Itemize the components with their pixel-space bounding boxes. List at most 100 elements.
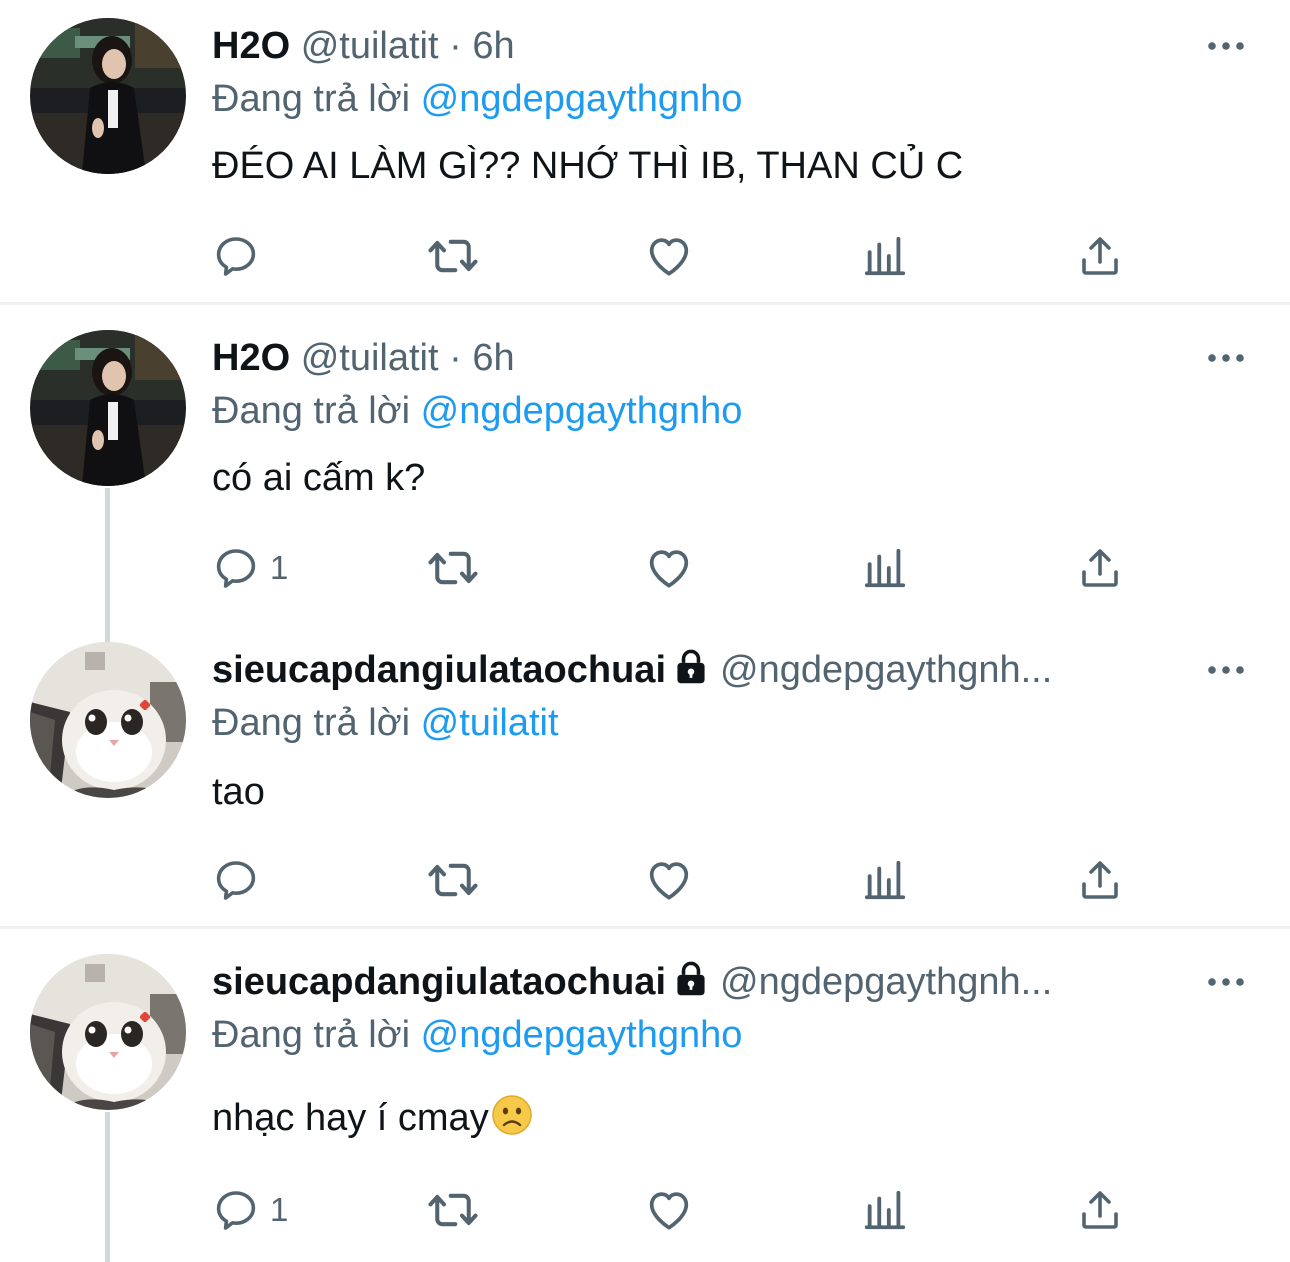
- tweet-divider: [0, 926, 1290, 929]
- avatar[interactable]: [30, 642, 186, 798]
- tweet-text-content: nhạc hay í cmay: [212, 1097, 489, 1139]
- user-handle[interactable]: @ngdepgaythgnh...: [720, 649, 1052, 691]
- action-bar: [212, 850, 1132, 910]
- tweet[interactable]: sieucapdangiulataochuai @ngdepgaythgnh...…: [0, 624, 1290, 928]
- tweet-text: ĐÉO AI LÀM GÌ?? NHỚ THÌ IB, THAN CỦ C: [212, 145, 964, 187]
- views-icon: [862, 857, 908, 903]
- views-button[interactable]: [862, 1180, 908, 1240]
- timestamp[interactable]: 6h: [472, 25, 514, 67]
- lock-icon: [674, 960, 708, 998]
- tweet-text: tao: [212, 771, 265, 813]
- separator-dot: ·: [449, 337, 462, 379]
- share-button[interactable]: [1076, 226, 1124, 286]
- retweet-button[interactable]: [426, 850, 480, 910]
- replying-to: Đang trả lời @ngdepgaythgnho: [212, 74, 742, 124]
- tweet-text: có ai cấm k?: [212, 457, 426, 499]
- reply-button[interactable]: [212, 850, 260, 910]
- retweet-icon: [426, 229, 480, 283]
- share-button[interactable]: [1076, 1180, 1124, 1240]
- more-icon[interactable]: [1206, 348, 1246, 368]
- retweet-icon: [426, 1183, 480, 1237]
- slightly-frowning-face-icon: [491, 1095, 532, 1135]
- cat-photo-avatar: [30, 954, 186, 1110]
- tweet[interactable]: H2O @tuilatit · 6h Đang trả lời @ngdepga…: [0, 0, 1290, 304]
- mention-link[interactable]: @ngdepgaythgnho: [421, 1014, 743, 1056]
- tweet[interactable]: H2O @tuilatit · 6h Đang trả lời @ngdepga…: [0, 312, 1290, 624]
- like-button[interactable]: [644, 1180, 694, 1240]
- display-name[interactable]: H2O: [212, 25, 290, 67]
- reply-button[interactable]: [212, 226, 260, 286]
- like-button[interactable]: [644, 226, 694, 286]
- replying-to-label: Đang trả lời: [212, 78, 411, 120]
- avatar[interactable]: [30, 18, 186, 174]
- views-icon: [862, 233, 908, 279]
- like-button[interactable]: [644, 850, 694, 910]
- more-icon[interactable]: [1206, 36, 1246, 56]
- lock-icon: [674, 648, 708, 686]
- like-icon: [644, 1185, 694, 1235]
- timestamp[interactable]: 6h: [472, 337, 514, 379]
- reply-count: 1: [270, 549, 289, 586]
- share-icon: [1076, 544, 1124, 592]
- replying-to-label: Đang trả lời: [212, 390, 411, 432]
- reply-icon: [212, 232, 260, 280]
- tweet-text: nhạc hay í cmay: [212, 1092, 533, 1144]
- user-handle[interactable]: @tuilatit: [301, 25, 439, 67]
- user-handle[interactable]: @ngdepgaythgnh...: [720, 961, 1052, 1003]
- replying-to: Đang trả lời @ngdepgaythgnho: [212, 1010, 742, 1060]
- replying-to-label: Đang trả lời: [212, 1014, 411, 1056]
- share-button[interactable]: [1076, 538, 1124, 598]
- avatar[interactable]: [30, 330, 186, 486]
- reply-icon: [212, 856, 260, 904]
- girl-photo-avatar: [30, 330, 186, 486]
- views-button[interactable]: [862, 226, 908, 286]
- replying-to-label: Đang trả lời: [212, 702, 411, 744]
- user-handle[interactable]: @tuilatit: [301, 337, 439, 379]
- retweet-button[interactable]: [426, 226, 480, 286]
- action-bar: [212, 226, 1132, 286]
- views-button[interactable]: [862, 538, 908, 598]
- reply-icon: [212, 1186, 260, 1234]
- replying-to: Đang trả lời @ngdepgaythgnho: [212, 386, 742, 436]
- like-icon: [644, 231, 694, 281]
- like-icon: [644, 543, 694, 593]
- mention-link[interactable]: @ngdepgaythgnho: [421, 390, 743, 432]
- tweet-header: sieucapdangiulataochuai @ngdepgaythgnh...: [212, 644, 1170, 696]
- views-icon: [862, 545, 908, 591]
- cat-photo-avatar: [30, 642, 186, 798]
- mention-link[interactable]: @tuilatit: [421, 702, 559, 744]
- retweet-button[interactable]: [426, 1180, 480, 1240]
- share-button[interactable]: [1076, 850, 1124, 910]
- mention-link[interactable]: @ngdepgaythgnho: [421, 78, 743, 120]
- tweet-divider: [0, 302, 1290, 305]
- share-icon: [1076, 856, 1124, 904]
- display-name[interactable]: sieucapdangiulataochuai: [212, 961, 666, 1003]
- like-icon: [644, 855, 694, 905]
- more-icon[interactable]: [1206, 972, 1246, 992]
- tweet-header: sieucapdangiulataochuai @ngdepgaythgnh...: [212, 956, 1170, 1008]
- like-button[interactable]: [644, 538, 694, 598]
- display-name[interactable]: H2O: [212, 337, 290, 379]
- separator-dot: ·: [449, 25, 462, 67]
- retweet-button[interactable]: [426, 538, 480, 598]
- display-name[interactable]: sieucapdangiulataochuai: [212, 649, 666, 691]
- retweet-icon: [426, 853, 480, 907]
- tweet-header: H2O @tuilatit · 6h: [212, 20, 1170, 72]
- reply-icon: [212, 544, 260, 592]
- reply-button[interactable]: 1: [212, 538, 288, 598]
- avatar[interactable]: [30, 954, 186, 1110]
- action-bar: 1: [212, 538, 1132, 598]
- more-icon[interactable]: [1206, 660, 1246, 680]
- views-icon: [862, 1187, 908, 1233]
- retweet-icon: [426, 541, 480, 595]
- action-bar: 1: [212, 1180, 1132, 1240]
- views-button[interactable]: [862, 850, 908, 910]
- tweet-header: H2O @tuilatit · 6h: [212, 332, 1170, 384]
- reply-button[interactable]: 1: [212, 1180, 288, 1240]
- share-icon: [1076, 232, 1124, 280]
- share-icon: [1076, 1186, 1124, 1234]
- tweet[interactable]: sieucapdangiulataochuai @ngdepgaythgnh...…: [0, 936, 1290, 1262]
- reply-count: 1: [270, 1191, 289, 1228]
- replying-to: Đang trả lời @tuilatit: [212, 698, 559, 748]
- girl-photo-avatar: [30, 18, 186, 174]
